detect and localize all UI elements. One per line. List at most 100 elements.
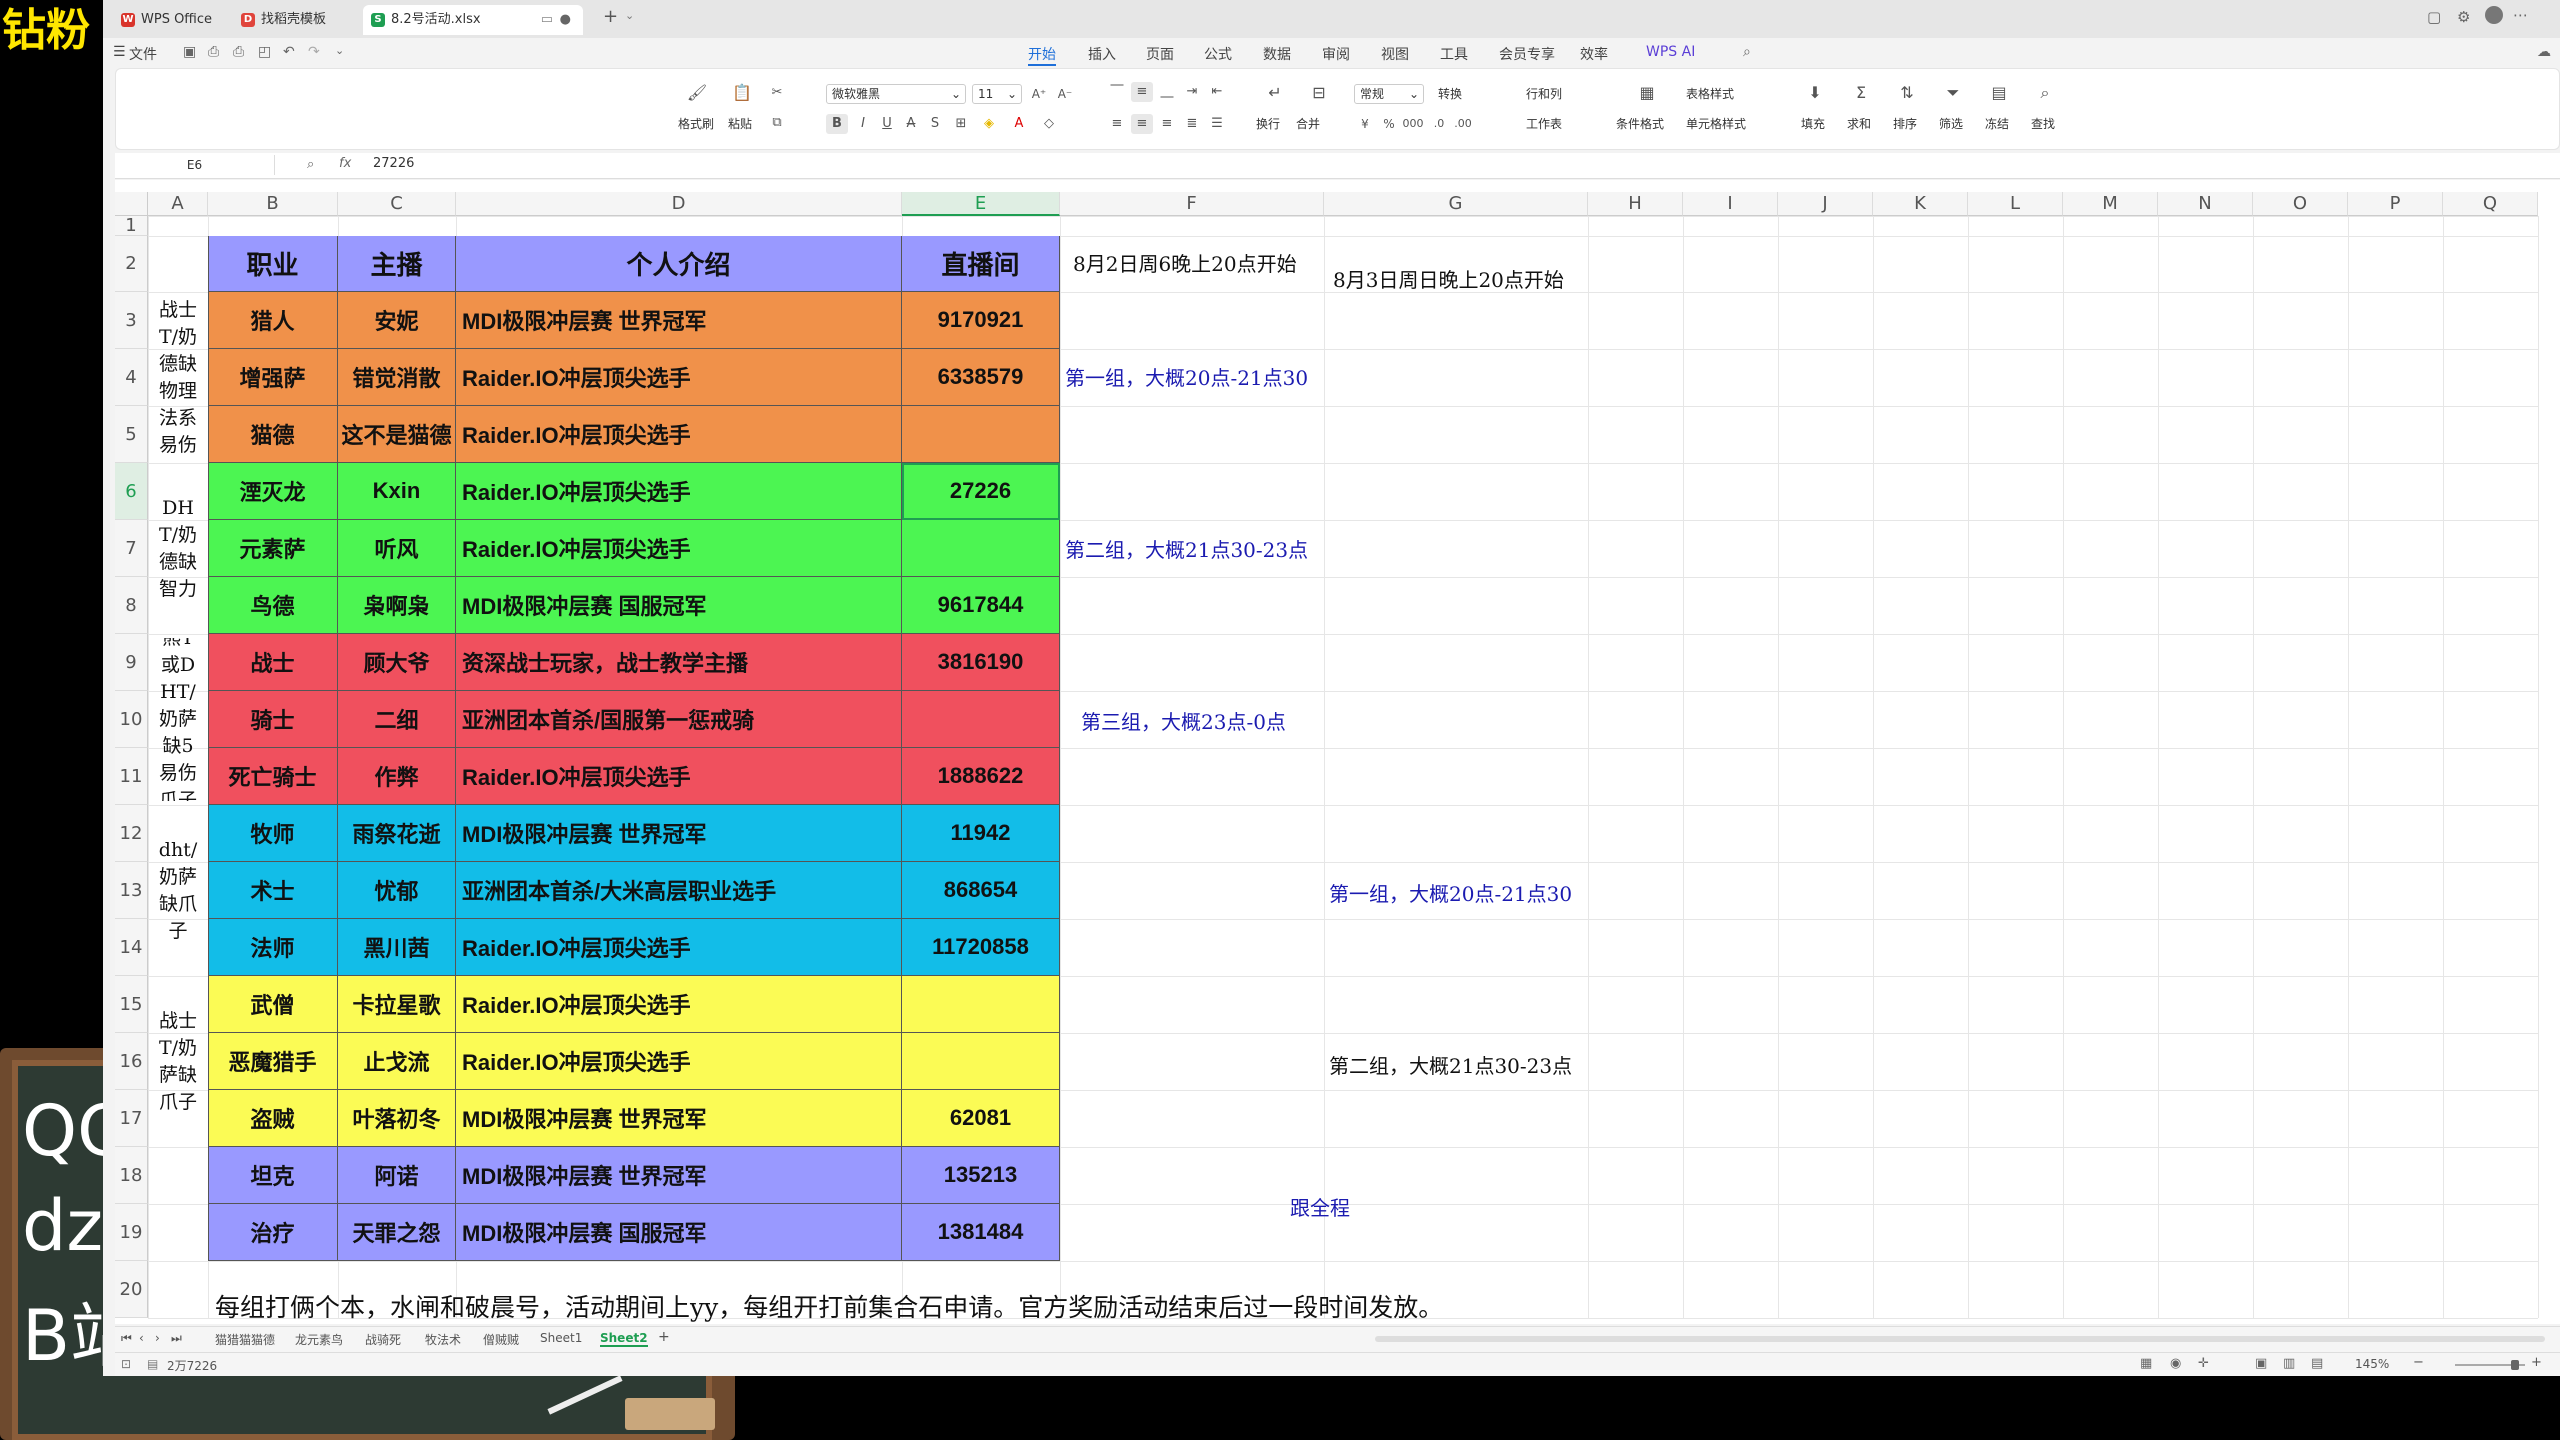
- prev-sheet-icon[interactable]: ‹: [139, 1331, 144, 1345]
- freeze-button[interactable]: 冻结: [1985, 115, 2009, 132]
- cell-class[interactable]: 鸟德: [208, 577, 338, 634]
- cell-host[interactable]: 止戈流: [338, 1033, 456, 1090]
- sheet-tab[interactable]: 牧法术: [425, 1331, 461, 1348]
- cell-class[interactable]: 死亡骑士: [208, 748, 338, 805]
- tab-data[interactable]: 数据: [1263, 44, 1291, 64]
- cell-host[interactable]: 阿诺: [338, 1147, 456, 1204]
- export-pdf-icon[interactable]: ⎙: [208, 44, 219, 60]
- cut-icon[interactable]: ✂: [766, 83, 788, 103]
- find-icon[interactable]: ⌕: [2034, 83, 2056, 103]
- cell-intro[interactable]: 亚洲团本首杀/大米高层职业选手: [456, 862, 902, 919]
- cell-intro[interactable]: Raider.IO冲层顶尖选手: [456, 748, 902, 805]
- window-layout-icon[interactable]: ▢: [2427, 8, 2441, 26]
- tab-wps-office[interactable]: W WPS Office: [113, 5, 228, 35]
- cell-room[interactable]: 62081: [902, 1090, 1060, 1147]
- cell-intro[interactable]: MDI极限冲层赛 世界冠军: [456, 805, 902, 862]
- tab-home[interactable]: 开始: [1028, 44, 1056, 66]
- cell-class[interactable]: 术士: [208, 862, 338, 919]
- group-label[interactable]: dht/奶萨缺爪子: [148, 809, 208, 972]
- group-label[interactable]: 熊T或DHT/奶萨缺5易伤爪子: [148, 638, 208, 801]
- cell-room[interactable]: 1888622: [902, 748, 1060, 805]
- filter-button[interactable]: 筛选: [1939, 115, 1963, 132]
- align-bottom-icon[interactable]: ⎽: [1156, 82, 1178, 102]
- row-header-4[interactable]: 4: [115, 349, 148, 406]
- row-header-14[interactable]: 14: [115, 919, 148, 976]
- column-header-h[interactable]: H: [1588, 192, 1683, 216]
- tab-workbook[interactable]: S 8.2号活动.xlsx ▭ ●: [363, 5, 583, 35]
- note-f4[interactable]: 第一组，大概20点-21点30: [1065, 362, 1308, 391]
- cell-class[interactable]: 湮灭龙: [208, 463, 338, 520]
- row-header-3[interactable]: 3: [115, 292, 148, 349]
- tab-review[interactable]: 审阅: [1322, 44, 1350, 64]
- settings-icon[interactable]: ⚙: [2457, 8, 2470, 26]
- row-header-17[interactable]: 17: [115, 1090, 148, 1147]
- decimal-increase-icon[interactable]: .0: [1428, 114, 1450, 134]
- align-right-icon[interactable]: ≡: [1156, 114, 1178, 134]
- zoom-in-icon[interactable]: +: [2531, 1355, 2542, 1370]
- cell-room[interactable]: [902, 691, 1060, 748]
- cell-intro[interactable]: Raider.IO冲层顶尖选手: [456, 1033, 902, 1090]
- row-col-button[interactable]: 行和列: [1526, 85, 1562, 102]
- cell-class[interactable]: 猎人: [208, 292, 338, 349]
- hamburger-icon[interactable]: ☰: [113, 44, 126, 60]
- font-name-select[interactable]: 微软雅黑 ⌄: [826, 84, 966, 104]
- row-header-9[interactable]: 9: [115, 634, 148, 691]
- fill-icon[interactable]: ⬇: [1804, 83, 1826, 103]
- format-painter-button[interactable]: 格式刷: [678, 115, 714, 132]
- cell-host[interactable]: Kxin: [338, 463, 456, 520]
- last-sheet-icon[interactable]: ⏭: [171, 1331, 182, 1346]
- cell-intro[interactable]: Raider.IO冲层顶尖选手: [456, 463, 902, 520]
- print-icon[interactable]: ⎙: [233, 44, 244, 60]
- spreadsheet-grid[interactable]: ABCDEFGHIJKLMNOPQ 1 2 3 4 5 6 7 8 9 10 11 12 13 14 15 1…: [115, 180, 2560, 1324]
- cell-class[interactable]: 恶魔猎手: [208, 1033, 338, 1090]
- row-header-12[interactable]: 12: [115, 805, 148, 862]
- italic-icon[interactable]: I: [852, 114, 874, 134]
- cell-room[interactable]: 1381484: [902, 1204, 1060, 1261]
- row-header-19[interactable]: 19: [115, 1204, 148, 1261]
- tab-efficiency[interactable]: 效率: [1580, 44, 1608, 64]
- cell-host[interactable]: 顾大爷: [338, 634, 456, 691]
- font-shrink-icon[interactable]: A⁻: [1054, 84, 1076, 104]
- filter-icon[interactable]: ⏷: [1942, 83, 1964, 103]
- column-header-e[interactable]: E: [902, 192, 1060, 216]
- cell-room[interactable]: 9617844: [902, 577, 1060, 634]
- cell-room[interactable]: 11942: [902, 805, 1060, 862]
- header-cell-cls[interactable]: 职业: [208, 236, 338, 292]
- fill-button[interactable]: 填充: [1801, 115, 1825, 132]
- cell-room[interactable]: 6338579: [902, 349, 1060, 406]
- align-left-icon[interactable]: ≡: [1106, 114, 1128, 134]
- cell-class[interactable]: 坦克: [208, 1147, 338, 1204]
- cell-room[interactable]: 11720858: [902, 919, 1060, 976]
- sheet-tab[interactable]: 龙元素鸟: [295, 1331, 343, 1348]
- paste-icon[interactable]: 📋: [731, 83, 753, 103]
- chevron-down-icon[interactable]: ⌄: [625, 9, 634, 22]
- header-cell-intro[interactable]: 个人介绍: [456, 236, 902, 292]
- font-size-select[interactable]: 11 ⌄: [972, 84, 1022, 104]
- cell-host[interactable]: 忧郁: [338, 862, 456, 919]
- cell-host[interactable]: 卡拉星歌: [338, 976, 456, 1033]
- cell-host[interactable]: 听风: [338, 520, 456, 577]
- cell-intro[interactable]: Raider.IO冲层顶尖选手: [456, 406, 902, 463]
- tab-wps-ai[interactable]: WPS AI: [1646, 44, 1695, 60]
- cell-class[interactable]: 法师: [208, 919, 338, 976]
- column-header-c[interactable]: C: [338, 192, 456, 216]
- monitor-icon[interactable]: ▭: [541, 5, 553, 35]
- tab-formula[interactable]: 公式: [1204, 44, 1232, 64]
- find-button[interactable]: 查找: [2031, 115, 2055, 132]
- column-header-g[interactable]: G: [1324, 192, 1588, 216]
- formula-input[interactable]: 27226: [373, 156, 414, 171]
- tab-docer[interactable]: D 找稻壳模板: [233, 5, 358, 35]
- cell-intro[interactable]: 亚洲团本首杀/国服第一惩戒骑: [456, 691, 902, 748]
- decimal-decrease-icon[interactable]: .00: [1452, 114, 1474, 134]
- wrap-icon[interactable]: ↵: [1264, 83, 1286, 103]
- sheet-tab-active[interactable]: Sheet2: [600, 1331, 648, 1347]
- column-header-p[interactable]: P: [2348, 192, 2443, 216]
- cell-class[interactable]: 牧师: [208, 805, 338, 862]
- column-header-a[interactable]: A: [148, 192, 208, 216]
- tab-view[interactable]: 视图: [1381, 44, 1409, 64]
- cell-intro[interactable]: 资深战士玩家，战士教学主播: [456, 634, 902, 691]
- column-header-l[interactable]: L: [1968, 192, 2063, 216]
- align-middle-icon[interactable]: ≡: [1131, 82, 1153, 102]
- crosshair-icon[interactable]: ✛: [2198, 1356, 2209, 1371]
- new-tab-icon[interactable]: +: [603, 6, 618, 27]
